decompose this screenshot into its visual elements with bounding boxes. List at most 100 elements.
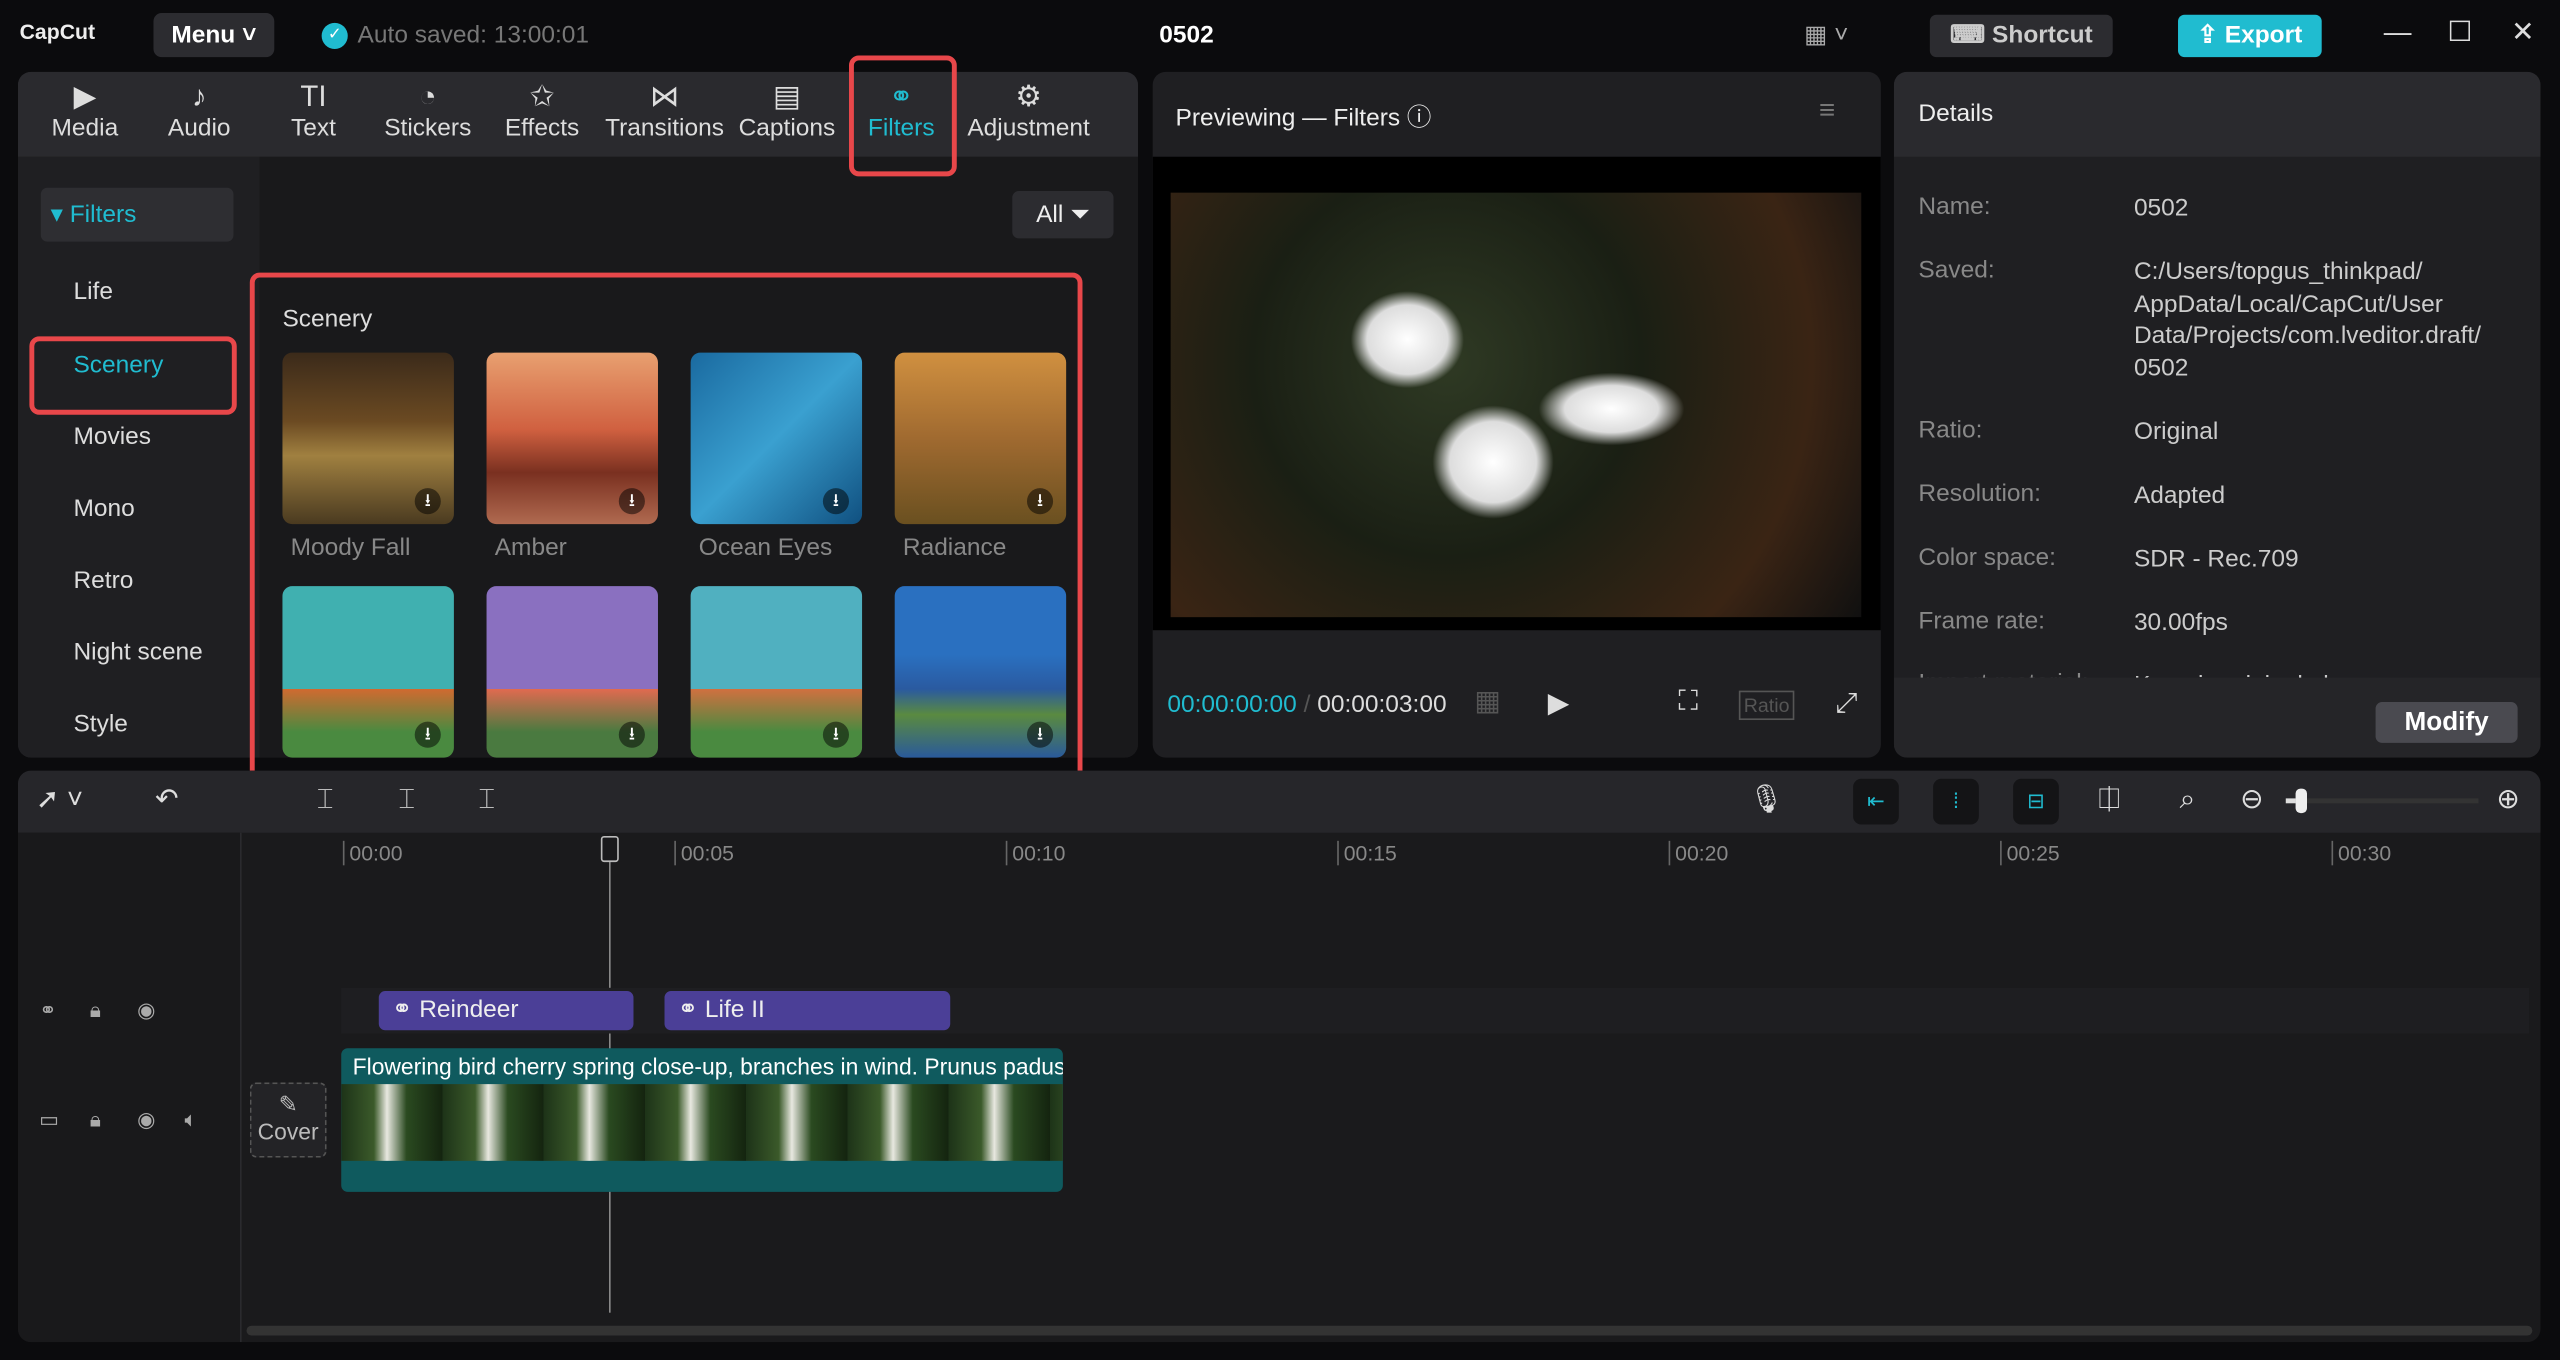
tab-label: Stickers — [384, 114, 472, 143]
sidebar-item-mono[interactable]: Mono — [73, 495, 134, 523]
filter-clip-life-ii[interactable]: ⚭ Life II — [664, 991, 951, 1031]
auto-saved-text: Auto saved: 13:00:01 — [357, 21, 590, 49]
filters-category-header[interactable]: ▾ Filters — [40, 187, 234, 242]
tab-label: Effects — [504, 114, 580, 143]
zoom-in-icon[interactable]: ⊕ — [2496, 784, 2519, 817]
project-title: 0502 — [1159, 21, 1214, 49]
tab-captions[interactable]: ▤ Captions — [730, 72, 844, 157]
split-view-icon[interactable]: ⎅ — [2098, 784, 2120, 817]
cover-button[interactable]: ✎ Cover — [249, 1082, 327, 1158]
tab-transitions[interactable]: ⋈ Transitions — [599, 72, 730, 157]
tab-label: Audio — [167, 114, 231, 143]
main-track-magnet-button[interactable]: ⇤ — [1853, 778, 1899, 825]
sidebar-item-retro[interactable]: Retro — [73, 567, 133, 595]
filter-thumbnail[interactable]: ⭳ — [486, 352, 658, 525]
detail-value: Original — [2133, 417, 2219, 446]
download-icon[interactable]: ⭳ — [822, 721, 850, 748]
split-right-icon[interactable]: ⌶ — [478, 784, 495, 817]
sidebar-item-style[interactable]: Style — [73, 710, 127, 738]
maximize-icon[interactable]: ☐ — [2447, 16, 2472, 49]
video-thumbnails — [341, 1084, 1063, 1161]
fullscreen-icon[interactable]: ⤢ — [1835, 687, 1857, 720]
filters-header-label: Filters — [69, 200, 137, 229]
menu-icon[interactable]: ≡ — [1819, 95, 1835, 128]
clip-label: Life II — [704, 995, 765, 1024]
download-icon[interactable]: ⭳ — [1026, 721, 1054, 748]
preview-title-text: Previewing — Filters — [1175, 104, 1401, 133]
filter-thumbnail[interactable]: ⭳ — [282, 586, 454, 758]
download-icon[interactable]: ⭳ — [1026, 488, 1054, 515]
zoom-slider[interactable] — [2285, 788, 2479, 814]
zoom-fit-icon[interactable]: ⛶ — [1678, 686, 1697, 719]
filter-thumbnail[interactable]: ⭳ — [894, 586, 1067, 758]
zoom-slider-handle[interactable] — [2295, 788, 2307, 814]
video-frame — [1170, 192, 1862, 618]
info-icon[interactable]: ⓘ — [1407, 104, 1432, 132]
undo-icon[interactable]: ↶ — [155, 784, 178, 817]
detail-label: Color space: — [1918, 543, 2056, 572]
download-icon[interactable]: ⭳ — [414, 488, 441, 515]
lock-icon[interactable]: 🔒︎ — [90, 998, 101, 1024]
ratio-button[interactable]: Ratio — [1738, 690, 1795, 721]
filter-clip-reindeer[interactable]: ⚭ Reindeer — [378, 991, 634, 1031]
captions-icon: ▤ — [773, 80, 801, 113]
horizontal-scrollbar[interactable] — [246, 1325, 2533, 1336]
download-icon[interactable]: ⭳ — [618, 721, 645, 748]
details-title: Details — [1918, 99, 1994, 128]
menu-button[interactable]: Menu ˅ — [153, 13, 275, 58]
layout-icon[interactable]: ▦ ˅ — [1804, 20, 1848, 49]
minimize-icon[interactable]: — — [2384, 16, 2412, 49]
zoom-out-icon[interactable]: ⊖ — [2240, 784, 2263, 817]
filter-thumbnail[interactable]: ⭳ — [282, 352, 454, 525]
filter-thumbnail[interactable]: ⭳ — [690, 586, 863, 758]
shortcut-button[interactable]: ⌨ Shortcut — [1929, 14, 2113, 58]
select-tool-icon[interactable]: ➚ ˅ — [36, 784, 83, 817]
sidebar-item-night-scene[interactable]: Night scene — [73, 638, 202, 666]
audio-icon[interactable]: 🔈︎ — [184, 1107, 197, 1133]
filter-thumbnail[interactable]: ⭳ — [690, 352, 863, 525]
tab-adjustment[interactable]: ⚙ Adjustment — [958, 72, 1098, 157]
time-tick: 00:10 — [1005, 840, 1065, 866]
grid-icon[interactable]: ▦ — [1474, 686, 1500, 719]
split-icon[interactable]: ⌶ — [317, 784, 334, 817]
close-icon[interactable]: ✕ — [2511, 16, 2534, 49]
eye-icon[interactable]: ◉ — [137, 998, 156, 1024]
capcut-logo: CapCut — [19, 19, 96, 45]
lock-icon[interactable]: 🔒︎ — [90, 1107, 101, 1133]
all-filter-dropdown[interactable]: All ⏷ — [1012, 191, 1114, 239]
preview-axis-icon[interactable]: ⌕ — [2180, 784, 2196, 817]
sidebar-item-movies[interactable]: Movies — [73, 423, 151, 451]
download-icon[interactable]: ⭳ — [822, 488, 850, 515]
tab-audio[interactable]: ♪ Audio — [142, 72, 256, 157]
sidebar-item-life[interactable]: Life — [73, 278, 112, 306]
menu-label: Menu — [171, 21, 236, 49]
flower-blossom — [1350, 290, 1465, 389]
microphone-icon[interactable]: 🎙 — [1749, 784, 1784, 817]
tab-label: Transitions — [605, 114, 724, 143]
download-icon[interactable]: ⭳ — [414, 721, 441, 748]
export-label: Export — [2224, 21, 2303, 49]
video-clip-title: Flowering bird cherry spring close-up, b… — [352, 1053, 1063, 1080]
download-icon[interactable]: ⭳ — [618, 488, 645, 515]
modify-button[interactable]: Modify — [2375, 702, 2518, 743]
play-button[interactable]: ▶ — [1548, 687, 1569, 720]
export-button[interactable]: ⇪ Export — [2178, 14, 2322, 58]
timecode: 00:00:00:00 / 00:00:03:00 — [1167, 690, 1447, 719]
tab-stickers[interactable]: ◔ Stickers — [371, 72, 485, 157]
detail-value: 0502 — [2133, 194, 2189, 223]
filter-name: Amber — [494, 533, 567, 562]
tab-media[interactable]: ▶ Media — [28, 72, 142, 157]
split-left-icon[interactable]: ⌶ — [398, 784, 415, 817]
transitions-icon: ⋈ — [649, 80, 680, 113]
tab-effects[interactable]: ✩ Effects — [485, 72, 599, 157]
video-clip[interactable]: Flowering bird cherry spring close-up, b… — [341, 1048, 1063, 1192]
linkage-button[interactable]: ⊟ — [2013, 778, 2059, 825]
tab-text[interactable]: TI Text — [256, 72, 370, 157]
eye-icon[interactable]: ◉ — [137, 1107, 156, 1133]
auto-snap-button[interactable]: ⁞ — [1933, 778, 1979, 825]
filter-thumbnail[interactable]: ⭳ — [486, 586, 658, 758]
video-track-icon: ▭ — [39, 1106, 60, 1132]
filter-thumbnail[interactable]: ⭳ — [894, 352, 1067, 525]
media-icon: ▶ — [73, 80, 97, 113]
preview-title: Previewing — Filters ⓘ — [1176, 100, 1432, 134]
